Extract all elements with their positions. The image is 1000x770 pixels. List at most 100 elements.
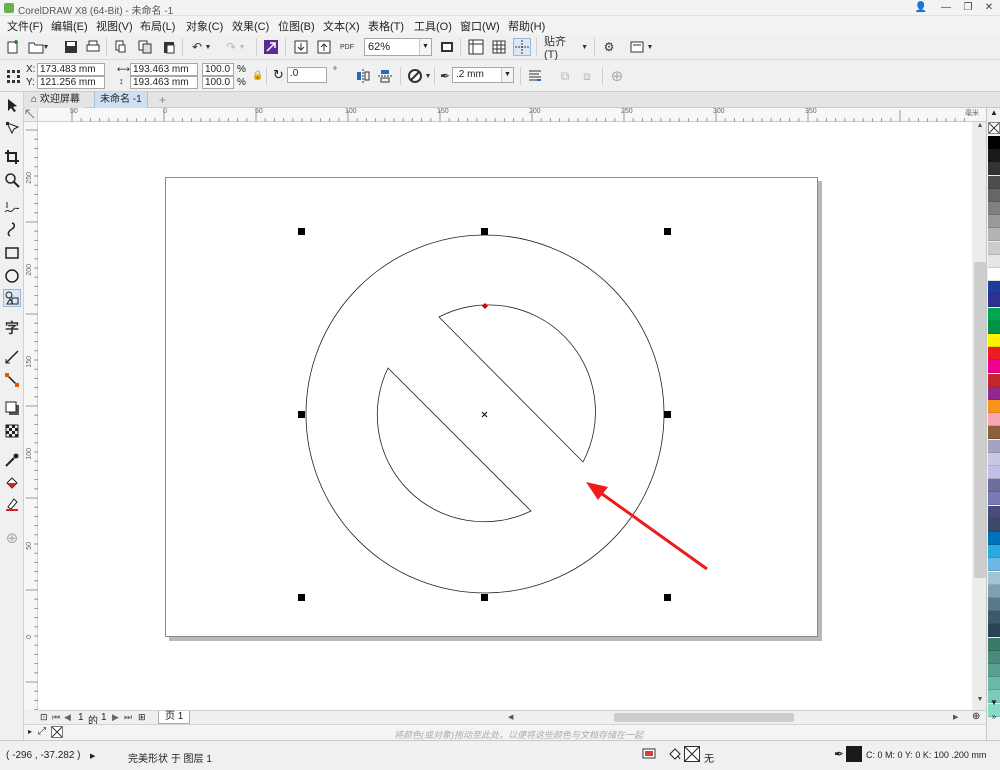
color-swatch[interactable] bbox=[988, 650, 1000, 664]
color-swatch[interactable] bbox=[988, 347, 1000, 361]
snap-to-dropdown[interactable]: 贴齐(T) ▼ bbox=[544, 36, 588, 61]
color-swatch[interactable] bbox=[988, 532, 1000, 545]
color-swatch[interactable] bbox=[988, 228, 1000, 242]
color-swatch[interactable] bbox=[988, 439, 1000, 453]
color-swatch[interactable] bbox=[988, 637, 1000, 651]
drop-shadow-icon[interactable] bbox=[3, 399, 21, 417]
fill-none-swatch[interactable] bbox=[683, 745, 701, 765]
color-swatch[interactable] bbox=[988, 400, 1000, 413]
color-swatch[interactable] bbox=[988, 281, 1000, 295]
h-scroll-left-icon[interactable]: ◀ bbox=[508, 713, 518, 723]
zoom-tool-icon[interactable] bbox=[3, 171, 21, 189]
mirror-horizontal-icon[interactable] bbox=[354, 67, 372, 85]
zoom-navigator-icon[interactable]: ⊕ bbox=[972, 711, 984, 723]
save-icon[interactable] bbox=[62, 38, 80, 56]
color-swatch[interactable] bbox=[988, 505, 1000, 519]
next-page-icon[interactable]: ▶ bbox=[112, 712, 119, 723]
add-icon[interactable]: ⊕ bbox=[608, 67, 626, 85]
ruler-origin[interactable] bbox=[24, 108, 38, 122]
outline-pen-status-icon[interactable]: ✒ bbox=[834, 747, 844, 761]
menu-layout[interactable]: 布局(L) bbox=[140, 18, 175, 34]
color-swatch[interactable] bbox=[988, 664, 1000, 677]
chevron-down-icon[interactable]: ▼ bbox=[419, 39, 431, 55]
full-screen-icon[interactable] bbox=[438, 38, 456, 56]
color-swatch[interactable] bbox=[988, 624, 1000, 638]
selection-handle[interactable] bbox=[481, 594, 488, 601]
tab-welcome-screen[interactable]: ⌂ 欢迎屏幕 bbox=[26, 92, 85, 108]
copy-icon[interactable] bbox=[136, 38, 154, 56]
h-scroll-right-icon[interactable]: ▶ bbox=[953, 713, 963, 723]
connector-tool-icon[interactable] bbox=[3, 371, 21, 389]
mirror-vertical-icon[interactable] bbox=[376, 67, 394, 85]
menu-text[interactable]: 文本(X) bbox=[323, 18, 360, 34]
color-swatch[interactable] bbox=[988, 452, 1000, 466]
combine-icon[interactable]: ⧉ bbox=[556, 67, 574, 85]
drawing-canvas[interactable] bbox=[38, 122, 972, 710]
outline-width-combo[interactable]: .2 mm ▼ bbox=[452, 67, 514, 83]
scroll-up-icon[interactable]: ▲ bbox=[973, 122, 987, 134]
color-swatch[interactable] bbox=[988, 492, 1000, 506]
no-color-swatch[interactable] bbox=[988, 122, 1000, 134]
color-swatch[interactable] bbox=[988, 677, 1000, 691]
color-swatch[interactable] bbox=[988, 307, 1000, 321]
shape-tool-icon[interactable] bbox=[3, 119, 21, 137]
color-swatch[interactable] bbox=[988, 202, 1000, 215]
menu-window[interactable]: 窗口(W) bbox=[460, 18, 500, 34]
add-page-icon[interactable]: ⊞ bbox=[138, 712, 146, 723]
wrap-text-dropdown-icon[interactable]: ▼ bbox=[424, 67, 432, 85]
smart-fill-icon[interactable] bbox=[3, 496, 21, 514]
color-swatch[interactable] bbox=[988, 386, 1000, 400]
color-swatch[interactable] bbox=[988, 136, 1000, 149]
eyedropper-icon[interactable]: ⤢ bbox=[38, 726, 46, 737]
horizontal-scroll-thumb[interactable] bbox=[614, 713, 794, 722]
outline-color-swatch[interactable] bbox=[846, 746, 862, 762]
selection-handle[interactable] bbox=[664, 594, 671, 601]
last-page-icon[interactable]: ⏭ bbox=[124, 712, 132, 723]
selection-handle[interactable] bbox=[298, 228, 305, 235]
rotation-angle-field[interactable]: .0 bbox=[287, 67, 327, 83]
show-grid-icon[interactable] bbox=[490, 38, 508, 56]
palette-scroll-down-icon[interactable]: ▼ bbox=[988, 698, 1000, 710]
color-swatch[interactable] bbox=[988, 466, 1000, 479]
minimize-button[interactable]: — bbox=[935, 1, 957, 15]
close-button[interactable]: ✕ bbox=[978, 1, 1000, 15]
width-field[interactable]: 193.463 mm bbox=[130, 63, 198, 76]
prev-page-icon[interactable]: ◀ bbox=[64, 712, 71, 723]
color-proof-icon[interactable] bbox=[642, 747, 656, 764]
scale-height-field[interactable]: 100.0 bbox=[202, 76, 234, 89]
polygon-tool-icon[interactable] bbox=[3, 289, 21, 307]
color-swatch[interactable] bbox=[988, 254, 1000, 268]
cut-icon[interactable] bbox=[112, 38, 130, 56]
status-expand-icon[interactable]: ▶ bbox=[90, 752, 95, 760]
color-swatch[interactable] bbox=[988, 373, 1000, 387]
color-swatch[interactable] bbox=[988, 360, 1000, 374]
import-icon[interactable] bbox=[292, 38, 310, 56]
zoom-level-combo[interactable]: 62% ▼ bbox=[364, 38, 432, 56]
color-swatch[interactable] bbox=[988, 598, 1000, 611]
new-document-icon[interactable] bbox=[4, 38, 22, 56]
no-color-swatch[interactable] bbox=[51, 726, 63, 738]
text-align-icon[interactable] bbox=[526, 67, 544, 85]
rectangle-tool-icon[interactable] bbox=[3, 244, 21, 262]
break-apart-icon[interactable]: ⧈ bbox=[578, 67, 596, 85]
scroll-down-icon[interactable]: ▼ bbox=[973, 696, 987, 708]
vertical-ruler[interactable]: 250 200 150 100 50 0 bbox=[24, 122, 38, 710]
selection-handle[interactable] bbox=[664, 411, 671, 418]
horizontal-ruler[interactable]: 50 0 50 100 150 200 250 300 350 毫米 bbox=[38, 108, 988, 122]
menu-file[interactable]: 文件(F) bbox=[7, 18, 43, 34]
color-swatch[interactable] bbox=[988, 518, 1000, 532]
selection-handle[interactable] bbox=[298, 594, 305, 601]
restore-button[interactable]: ❐ bbox=[957, 1, 979, 15]
menu-table[interactable]: 表格(T) bbox=[368, 18, 404, 34]
print-icon[interactable] bbox=[84, 38, 102, 56]
application-launcher-icon[interactable] bbox=[628, 38, 646, 56]
height-field[interactable]: 193.463 mm bbox=[130, 76, 198, 89]
interactive-fill-icon[interactable] bbox=[3, 474, 21, 492]
color-swatch[interactable] bbox=[988, 558, 1000, 572]
color-swatch[interactable] bbox=[988, 215, 1000, 229]
menu-bitmaps[interactable]: 位图(B) bbox=[278, 18, 315, 34]
page-tab[interactable]: 页 1 bbox=[158, 711, 191, 724]
artistic-media-icon[interactable] bbox=[3, 221, 21, 239]
wrap-text-icon[interactable] bbox=[406, 67, 424, 85]
publish-pdf-icon[interactable]: PDF bbox=[338, 38, 356, 56]
